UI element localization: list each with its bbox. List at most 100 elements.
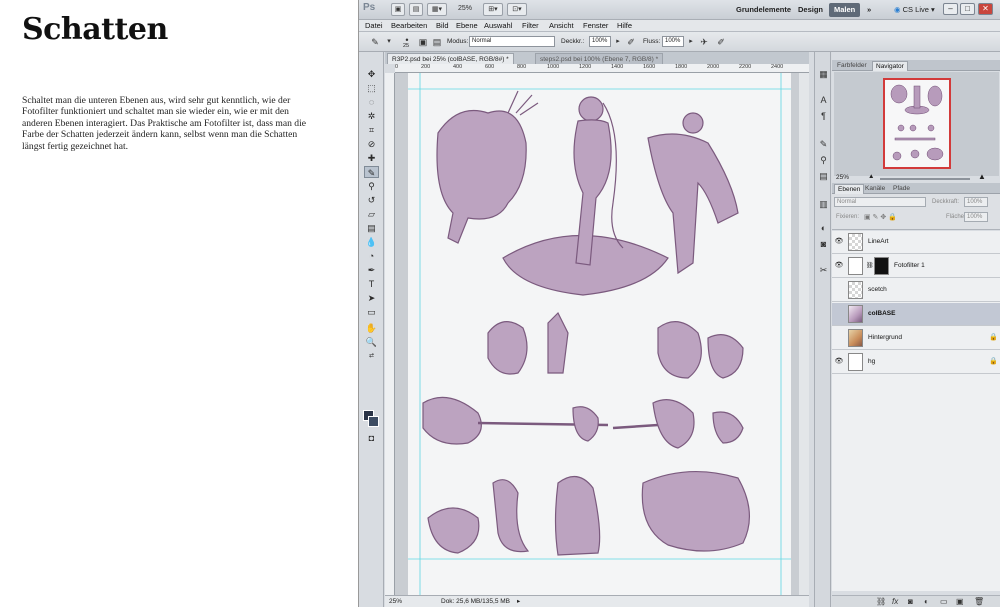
layer-hintergrund[interactable]: Hintergrund 🔒 [832,327,1000,350]
eye-off-icon[interactable] [834,285,844,295]
quick-select-tool-icon[interactable]: ✲ [364,110,379,122]
blend-mode-select[interactable]: Normal [834,197,926,207]
masks-icon[interactable]: ◙ [817,238,830,250]
paragraph-panel-icon[interactable]: ¶ [817,110,830,122]
menu-auswahl[interactable]: Auswahl [484,21,512,30]
maximize-button[interactable]: □ [960,3,975,15]
dodge-tool-icon[interactable]: ◔ [364,250,379,262]
character-panel-icon[interactable]: A [817,94,830,106]
layer-hg[interactable]: 👁 hg 🔒 [832,351,1000,374]
tab-r3p2[interactable]: R3P2.psd bei 25% (colBASE, RGB/8#) * [387,53,514,64]
color-panel-icon[interactable]: ▦ [817,68,830,80]
close-button[interactable]: ✕ [978,3,993,15]
menu-fenster[interactable]: Fenster [583,21,608,30]
zoom-out-icon[interactable]: ▲ [868,173,874,180]
adjustments-icon[interactable]: ◐ [817,222,830,234]
delete-layer-icon[interactable]: 🗑 [974,596,984,607]
tab-farbfelder[interactable]: Farbfelder [834,61,870,71]
menu-bearbeiten[interactable]: Bearbeiten [391,21,427,30]
hand-tool-icon[interactable]: ✋ [364,322,379,334]
zoom-level-select[interactable]: 25% [451,3,479,16]
pressure-opacity-icon[interactable]: ✐ [625,36,637,48]
airbrush-icon[interactable]: ✈ [698,36,710,48]
layer-scetch[interactable]: scetch [832,279,1000,302]
status-zoom[interactable]: 25% [389,596,402,607]
lasso-tool-icon[interactable]: ◌ [364,96,379,108]
new-group-icon[interactable]: ▭ [940,596,948,607]
tab-pfade[interactable]: Pfade [890,184,913,194]
menu-ebene[interactable]: Ebene [456,21,478,30]
type-tool-icon[interactable]: T [364,278,379,290]
tab-navigator[interactable]: Navigator [872,61,908,71]
move-tool-icon[interactable]: ✥ [364,68,379,80]
screen-mode-icon[interactable]: ⊡▾ [507,3,527,16]
bridge-icon[interactable]: ▣ [391,3,405,16]
navigator-view-box[interactable] [883,78,951,169]
quick-mask-icon[interactable]: ◘ [364,432,379,444]
brush-tool-icon[interactable]: ✎ [364,166,379,178]
zoom-slider[interactable] [880,178,970,180]
arrange-documents-icon[interactable]: ⊞▾ [483,3,503,16]
tool-presets-icon[interactable]: ▤ [817,170,830,182]
eye-icon[interactable]: 👁 [834,261,844,271]
minibridge-icon[interactable]: ▤ [409,3,423,16]
canvas-area[interactable] [395,73,809,595]
opacity-field[interactable]: 100% [589,36,611,47]
menu-filter[interactable]: Filter [522,21,539,30]
brush-settings-icon[interactable]: ▤ [431,36,443,48]
navigator-preview[interactable] [834,72,999,176]
cs-live-button[interactable]: ◉ CS Live ▾ [889,3,940,17]
navigator-zoom-value[interactable]: 25% [836,174,849,181]
layer-colbase[interactable]: colBASE [832,303,1000,326]
more-workspaces-icon[interactable]: » [862,3,876,17]
stamp-tool-icon[interactable]: ⚲ [364,180,379,192]
zoom-tool-icon[interactable]: 🔍 [364,336,379,348]
document-canvas[interactable] [408,73,791,595]
eye-icon[interactable]: 👁 [834,237,844,247]
minimize-button[interactable]: – [943,3,958,15]
layer-style-icon[interactable]: fx [892,596,898,607]
menu-datei[interactable]: Datei [365,21,383,30]
lock-icons[interactable]: ▣ ✎ ✥ 🔒 [864,213,897,221]
brush-picker-arrow-icon[interactable]: ▾ [383,36,395,48]
brush-panel-icon[interactable]: ✎ [817,138,830,150]
swap-colors-icon[interactable]: ⇄ [364,350,379,362]
shape-tool-icon[interactable]: ▭ [364,306,379,318]
layer-lineart[interactable]: 👁 LineArt [832,231,1000,254]
healing-tool-icon[interactable]: ✚ [364,152,379,164]
marquee-tool-icon[interactable]: ⬚ [364,82,379,94]
vertical-scrollbar[interactable] [799,73,809,595]
tab-kanaele[interactable]: Kanäle [862,184,888,194]
layer-opacity-field[interactable]: 100% [964,197,988,207]
tab-steps2[interactable]: steps2.psd bei 100% (Ebene 7, RGB/8) * [535,53,664,64]
gradient-tool-icon[interactable]: ▤ [364,222,379,234]
swatches-icon[interactable]: ▥ [817,198,830,210]
flow-arrow-icon[interactable]: ▸ [685,36,697,48]
opacity-arrow-icon[interactable]: ▸ [612,36,624,48]
new-adjustment-icon[interactable]: ◐ [924,596,929,607]
eye-off-icon[interactable] [834,309,844,319]
status-arrow-icon[interactable]: ▸ [517,596,520,607]
background-color-swatch[interactable] [368,416,379,427]
history-brush-tool-icon[interactable]: ↺ [364,194,379,206]
menu-bild[interactable]: Bild [436,21,449,30]
flow-field[interactable]: 100% [662,36,684,47]
blur-tool-icon[interactable]: 💧 [364,236,379,248]
eraser-tool-icon[interactable]: ▱ [364,208,379,220]
clone-source-icon[interactable]: ⚲ [817,154,830,166]
tab-ebenen[interactable]: Ebenen [834,184,865,194]
layer-fotofilter[interactable]: 👁 ⛓ Fotofilter 1 [832,255,1000,278]
eye-icon[interactable]: 👁 [834,357,844,367]
menu-hilfe[interactable]: Hilfe [617,21,632,30]
workspace-malen[interactable]: Malen [829,3,861,17]
eyedropper-tool-icon[interactable]: ⊘ [364,138,379,150]
brush-preset-icon[interactable]: ✎ [369,36,381,48]
add-mask-icon[interactable]: ◙ [908,596,913,607]
pen-tool-icon[interactable]: ✒ [364,264,379,276]
crop-tool-icon[interactable]: ⌗ [364,124,379,136]
menu-ansicht[interactable]: Ansicht [549,21,574,30]
tools-settings-icon[interactable]: ✂ [817,264,830,276]
workspace-grundelemente[interactable]: Grundelemente [731,3,796,17]
pressure-size-icon[interactable]: ✐ [715,36,727,48]
zoom-in-icon[interactable]: ▲ [978,172,986,181]
